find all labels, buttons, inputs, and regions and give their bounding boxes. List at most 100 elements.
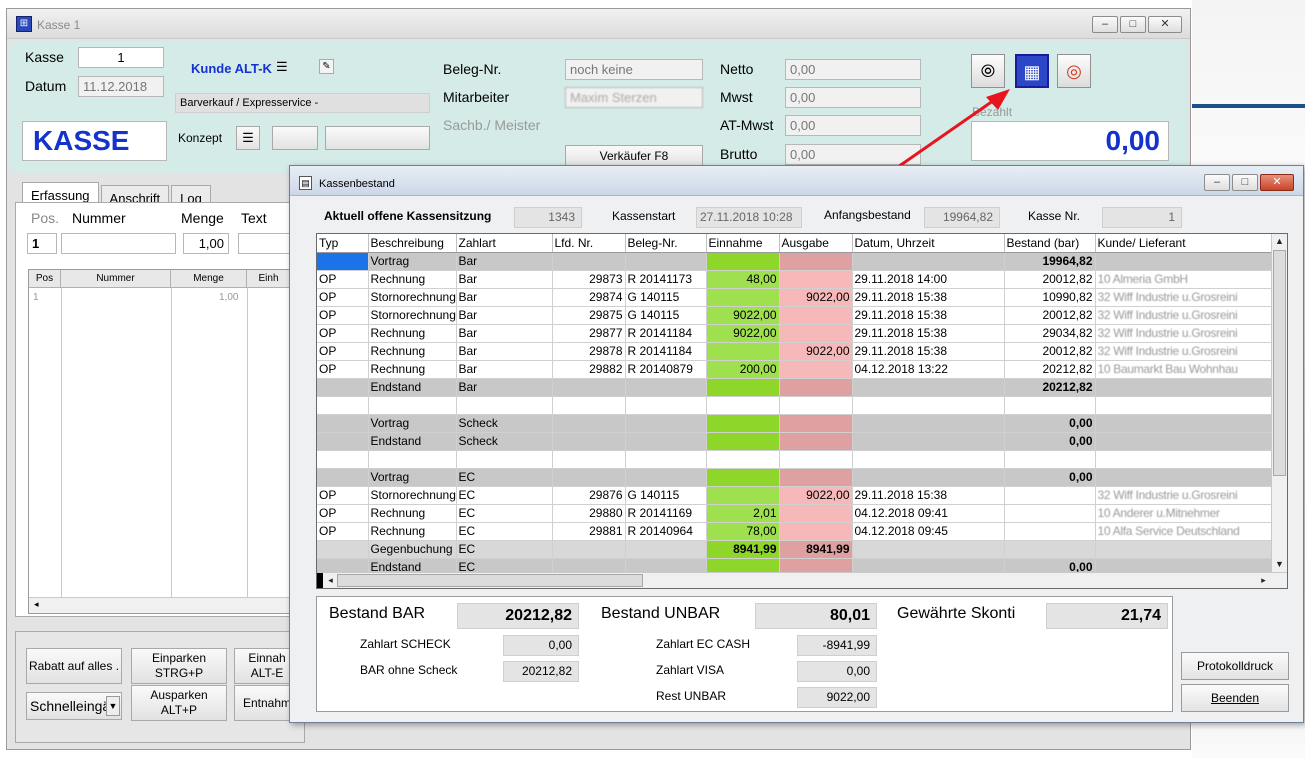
table-cell (706, 288, 780, 307)
table-row[interactable]: OP Stornorechnung Bar 29875 G 140115 9022,00 2… (317, 306, 1273, 325)
mitarbeiter-field[interactable]: Maxim Sterzen (565, 87, 703, 108)
kunde-line: Barverkauf / Expresservice - (175, 93, 430, 113)
table-cell (317, 378, 369, 397)
table-row[interactable]: OP Rechnung EC 29881 R 20140964 78,00 04.12.20… (317, 522, 1273, 541)
grid-header-cell[interactable]: Zahlart (456, 234, 553, 253)
table-cell: OP (317, 270, 369, 289)
nummer-field[interactable] (61, 233, 176, 254)
scroll-thumb[interactable] (1273, 250, 1286, 476)
dialog-close-button[interactable]: ✕ (1260, 174, 1294, 191)
grid-hscroll[interactable]: ◂ ▸ (317, 572, 1287, 588)
table-row[interactable] (317, 396, 1273, 415)
table-row[interactable] (317, 450, 1273, 469)
scroll-down-arrow-icon[interactable]: ▼ (1272, 557, 1287, 572)
kassenstart-value: 27.11.2018 10:28 (696, 207, 802, 228)
grid-header-cell[interactable]: Bestand (bar) (1004, 234, 1096, 253)
grid-divider (61, 288, 62, 613)
table-cell: 10 Anderer u.Mitnehmer (1095, 504, 1273, 523)
grid-header-cell[interactable]: Kunde/ Lieferant (1095, 234, 1273, 253)
maximize-button[interactable]: □ (1120, 16, 1146, 33)
grid-header-cell[interactable]: Ausgabe (779, 234, 853, 253)
grid-header-cell[interactable]: Beschreibung (368, 234, 457, 253)
grid-header-cell[interactable]: Datum, Uhrzeit (852, 234, 1005, 253)
table-row[interactable]: OP Stornorechnung Bar 29874 G 140115 9022,00 2… (317, 288, 1273, 307)
table-row[interactable]: Endstand Bar 20212,82 (317, 378, 1273, 397)
rabatt-button[interactable]: Rabatt auf alles . (26, 648, 122, 684)
table-cell (317, 450, 369, 469)
datum-field[interactable]: 11.12.2018 (78, 76, 164, 97)
table-row[interactable]: Endstand Scheck 0,00 (317, 432, 1273, 451)
grid-header-cell[interactable]: Beleg-Nr. (625, 234, 707, 253)
pencil-icon[interactable]: ✎ (319, 59, 334, 74)
kasse-field[interactable]: 1 (78, 47, 164, 68)
scroll-left-arrow-icon[interactable]: ◂ (323, 573, 338, 588)
chevron-down-icon[interactable]: ▼ (106, 696, 120, 716)
verkaeufer-button[interactable]: Verkäufer F8 (565, 145, 703, 167)
table-cell: G 140115 (625, 306, 707, 325)
close-button[interactable]: ✕ (1148, 16, 1182, 33)
kassenbestand-grid[interactable]: Typ Beschreibung Zahlart Lfd. Nr. Beleg-Nr. E… (316, 233, 1288, 589)
table-cell (552, 378, 626, 397)
grid-header-cell[interactable]: Lfd. Nr. (552, 234, 626, 253)
konzept-field-2[interactable] (325, 126, 430, 150)
scroll-up-arrow-icon[interactable]: ▲ (1272, 234, 1287, 249)
table-row[interactable]: OP Rechnung Bar 29873 R 20141173 48,00 29.11.2… (317, 270, 1273, 289)
dialog-maximize-button[interactable]: □ (1232, 174, 1258, 191)
table-row[interactable]: OP Stornorechnung EC 29876 G 140115 9022,00 29… (317, 486, 1273, 505)
table-row[interactable]: OP Rechnung Bar 29878 R 20141184 9022,00 29.11… (317, 342, 1273, 361)
app-icon: ⊞ (16, 16, 32, 32)
table-cell (456, 450, 553, 469)
table-cell: 29.11.2018 15:38 (852, 288, 1005, 307)
table-row[interactable]: OP Rechnung EC 29880 R 20141169 2,01 04.12.201… (317, 504, 1273, 523)
lifebuoy-icon[interactable]: ◎ (1057, 54, 1091, 88)
grid-header-cell[interactable]: Typ (317, 234, 369, 253)
ausparken-button[interactable]: Ausparken ALT+P (131, 685, 227, 721)
table-row[interactable]: Vortrag EC 0,00 (317, 468, 1273, 487)
list-icon[interactable]: ☰ (276, 59, 288, 75)
beenden-button[interactable]: Beenden (1181, 684, 1289, 712)
minimize-button[interactable]: – (1092, 16, 1118, 33)
table-cell: Vortrag (368, 414, 457, 433)
grid-header-cell[interactable]: Einnahme (706, 234, 780, 253)
table-row[interactable]: OP Rechnung Bar 29882 R 20140879 200,00 04.12.… (317, 360, 1273, 379)
menge-field[interactable]: 1,00 (183, 233, 229, 254)
konzept-field-1[interactable] (272, 126, 318, 150)
table-cell (625, 378, 707, 397)
table-row[interactable]: Gegenbuchung EC 8941,99 8941,99 (317, 540, 1273, 559)
netto-field: 0,00 (785, 59, 921, 80)
table-cell (779, 252, 853, 271)
table-row[interactable]: OP Rechnung Bar 29877 R 20141184 9022,00 29.11… (317, 324, 1273, 343)
table-cell (852, 396, 1005, 415)
table-cell: 20012,82 (1004, 342, 1096, 361)
pos-field[interactable]: 1 (27, 233, 57, 254)
table-cell (625, 252, 707, 271)
grid-hscroll[interactable]: ◂ (29, 597, 289, 613)
table-cell (317, 414, 369, 433)
einparken-button[interactable]: Einparken STRG+P (131, 648, 227, 684)
at-mwst-label: AT-Mwst (720, 117, 774, 133)
protokolldruck-button[interactable]: Protokolldruck (1181, 652, 1289, 680)
bestand-bar-value: 20212,82 (457, 603, 579, 629)
table-row[interactable]: Vortrag Bar 19964,82 (317, 252, 1273, 271)
scroll-left-arrow-icon[interactable]: ◂ (34, 599, 39, 610)
table-cell: 32 Wiff Industrie u.Grosreini (1095, 342, 1273, 361)
scroll-right-arrow-icon[interactable]: ▸ (1256, 573, 1271, 588)
table-cell: Stornorechnung (368, 288, 457, 307)
hscroll-thumb[interactable] (337, 574, 643, 587)
position-grid[interactable]: Pos Nummer Menge Einh 1 1,00 ◂ (28, 269, 291, 614)
table-cell: 0,00 (1004, 414, 1096, 433)
table-cell (852, 540, 1005, 559)
table-cell (706, 450, 780, 469)
menge-header: Menge (181, 210, 224, 226)
konzept-list-button[interactable]: ☰ (236, 126, 260, 150)
schnelleingabe-select[interactable]: Schnelleingä ▼ (26, 692, 122, 720)
table-cell (1004, 450, 1096, 469)
table-row[interactable]: Vortrag Scheck 0,00 (317, 414, 1273, 433)
table-cell: EC (456, 540, 553, 559)
table-cell (779, 522, 853, 541)
dialog-minimize-button[interactable]: – (1204, 174, 1230, 191)
kunde-label: Kunde ALT-K (191, 61, 272, 76)
grid-vscroll[interactable]: ▲ ▼ (1271, 234, 1287, 572)
table-cell: 32 Wiff Industrie u.Grosreini (1095, 486, 1273, 505)
table-cell: OP (317, 306, 369, 325)
